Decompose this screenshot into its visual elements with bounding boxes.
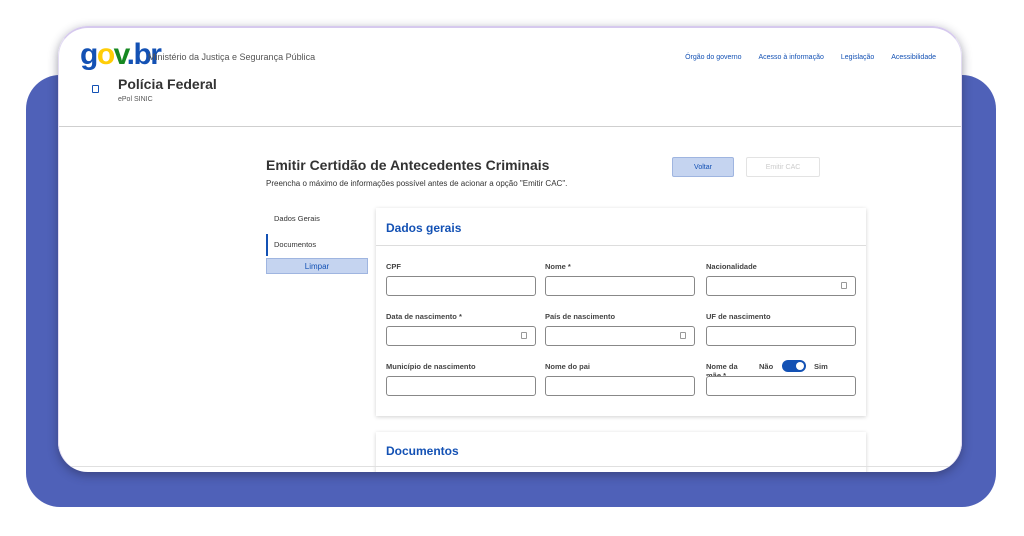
link-orgao-governo[interactable]: Órgão do governo [685, 54, 741, 61]
menu-icon[interactable] [92, 85, 99, 93]
nacionalidade-select[interactable] [706, 276, 856, 296]
dados-gerais-card: Dados gerais CPF Nome * Nacionalidade Da… [376, 208, 866, 416]
side-nav: Dados Gerais Documentos Limpar [266, 208, 368, 274]
nome-pai-label: Nome do pai [545, 362, 591, 371]
link-legislacao[interactable]: Legislação [841, 54, 874, 61]
page-description: Preencha o máximo de informações possíve… [266, 179, 568, 188]
nome-pai-input[interactable] [545, 376, 695, 396]
dropdown-icon [680, 332, 686, 339]
pais-nascimento-select[interactable] [545, 326, 695, 346]
pais-nascimento-label: País de nascimento [545, 312, 616, 321]
toggle-nao-label: Não [759, 362, 774, 371]
emitir-cac-button[interactable]: Emitir CAC [746, 157, 820, 177]
nome-field-group: Nome * [545, 262, 695, 296]
site-header: gov.br Ministério da Justiça e Segurança… [58, 26, 962, 127]
browser-window: gov.br Ministério da Justiça e Segurança… [58, 26, 962, 472]
pais-nascimento-field-group: País de nascimento [545, 312, 695, 346]
toggle-sim-label: Sim [814, 362, 828, 371]
municipio-nascimento-field-group: Município de nascimento [386, 362, 536, 396]
nome-label: Nome * [545, 262, 571, 271]
nome-mae-input[interactable] [706, 376, 856, 396]
site-subtitle: ePol SINIC [118, 96, 153, 103]
page-title: Emitir Certidão de Antecedentes Criminai… [266, 157, 550, 173]
nao-sim-toggle[interactable] [782, 360, 806, 372]
nav-item-dados-gerais[interactable]: Dados Gerais [266, 208, 368, 230]
limpar-button[interactable]: Limpar [266, 258, 368, 274]
bottom-divider [58, 466, 962, 467]
nome-mae-field-group: Nome da mãe * Não Sim [706, 360, 856, 396]
data-nascimento-field-group: Data de nascimento * [386, 312, 536, 346]
municipio-nascimento-input[interactable] [386, 376, 536, 396]
site-title: Polícia Federal [118, 76, 217, 92]
cpf-label: CPF [386, 262, 401, 271]
uf-nascimento-field-group: UF de nascimento [706, 312, 856, 346]
card-divider [376, 245, 866, 246]
ministry-name: Ministério da Justiça e Segurança Públic… [148, 52, 316, 62]
cpf-input[interactable] [386, 276, 536, 296]
dropdown-icon [841, 282, 847, 289]
dados-gerais-title: Dados gerais [386, 221, 462, 235]
nome-input[interactable] [545, 276, 695, 296]
nome-mae-label-row: Nome da mãe * Não Sim [706, 360, 856, 376]
data-nascimento-input[interactable] [386, 326, 536, 346]
calendar-icon [521, 332, 527, 339]
voltar-button[interactable]: Voltar [672, 157, 734, 177]
nome-mae-label: Nome da mãe * [706, 362, 738, 376]
link-acesso-informacao[interactable]: Acesso à informação [759, 54, 824, 61]
uf-nascimento-input[interactable] [706, 326, 856, 346]
nome-pai-field-group: Nome do pai [545, 362, 695, 396]
link-acessibilidade[interactable]: Acessibilidade [891, 54, 936, 61]
nacionalidade-label: Nacionalidade [706, 262, 757, 271]
documentos-title: Documentos [386, 444, 459, 458]
nacionalidade-field-group: Nacionalidade [706, 262, 856, 296]
top-links: Órgão do governo Acesso à informação Leg… [670, 54, 936, 61]
toggle-knob [796, 362, 804, 370]
municipio-nascimento-label: Município de nascimento [386, 362, 476, 371]
cpf-field-group: CPF [386, 262, 536, 296]
nav-item-documentos[interactable]: Documentos [266, 234, 368, 256]
uf-nascimento-label: UF de nascimento [706, 312, 771, 321]
data-nascimento-label: Data de nascimento * [386, 312, 462, 321]
